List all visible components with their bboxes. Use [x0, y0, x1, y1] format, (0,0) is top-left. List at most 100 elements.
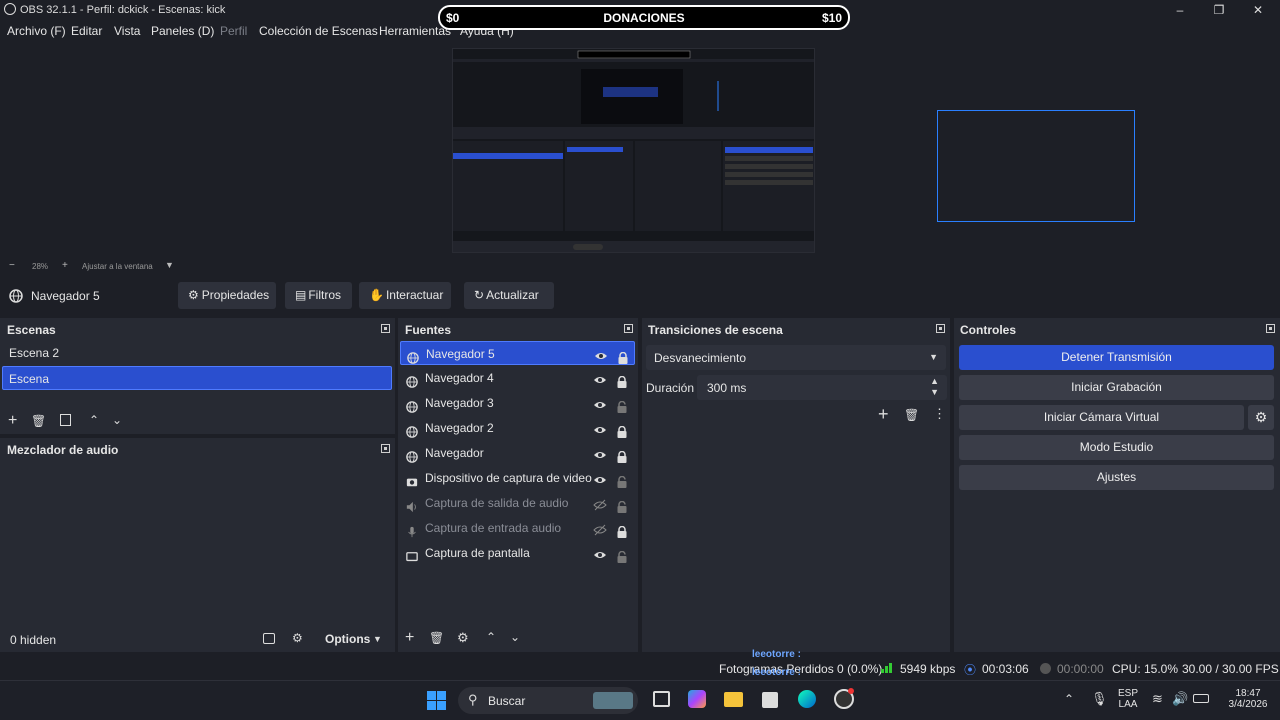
- clock[interactable]: 18:47 3/4/2026: [1220, 688, 1276, 710]
- menu-editar[interactable]: Editar: [71, 24, 102, 38]
- source-item-selected[interactable]: Navegador 5: [400, 341, 635, 365]
- chat-message: leeotorre :: [752, 649, 801, 660]
- source-item[interactable]: Captura de entrada audio: [400, 516, 635, 540]
- globe-icon: [406, 372, 418, 388]
- source-item[interactable]: Navegador 4: [400, 366, 635, 390]
- copilot-icon[interactable]: [688, 690, 706, 708]
- undock-icon[interactable]: [936, 324, 945, 333]
- trash-icon[interactable]: 🗑: [31, 414, 46, 428]
- interact-label: Interactuar: [385, 288, 444, 302]
- transition-type: Desvanecimiento: [654, 351, 747, 365]
- menu-paneles[interactable]: Paneles (D): [151, 24, 214, 38]
- chevron-up-icon[interactable]: ⌃: [89, 413, 99, 427]
- eye-off-icon[interactable]: [593, 521, 607, 536]
- chevron-down-icon[interactable]: ▼: [930, 387, 939, 397]
- filters-button[interactable]: ▤ Filtros: [285, 282, 352, 309]
- unlock-icon[interactable]: [617, 497, 627, 513]
- source-item[interactable]: Dispositivo de captura de video: [400, 466, 635, 490]
- undock-icon[interactable]: [381, 444, 390, 453]
- scene-item-selected[interactable]: Escena: [2, 366, 392, 390]
- search-icon: ⚲: [468, 692, 478, 707]
- menu-coleccion-escenas[interactable]: Colección de Escenas: [259, 24, 378, 38]
- chevron-down-icon[interactable]: ▼: [165, 260, 174, 270]
- chevron-down-icon[interactable]: ⌄: [510, 630, 520, 644]
- undock-icon[interactable]: [624, 324, 633, 333]
- transition-select[interactable]: Desvanecimiento ▼: [646, 345, 946, 370]
- layout-icon[interactable]: [263, 633, 275, 644]
- more-options-icon[interactable]: ⋮: [933, 406, 946, 422]
- fit-window-label[interactable]: Ajustar a la ventana: [82, 262, 153, 271]
- stop-streaming-button[interactable]: Detener Transmisión: [959, 345, 1274, 370]
- eye-icon[interactable]: [593, 396, 607, 410]
- eye-icon[interactable]: [593, 546, 607, 560]
- clock-time: 18:47: [1235, 688, 1261, 699]
- add-icon[interactable]: +: [405, 629, 414, 647]
- close-icon[interactable]: ✕: [1248, 2, 1268, 18]
- duration-input[interactable]: 300 ms ▲ ▼: [697, 375, 947, 400]
- zoom-out-button[interactable]: −: [9, 260, 15, 271]
- chevron-down-icon[interactable]: ⌄: [112, 413, 122, 427]
- trash-icon[interactable]: 🗑: [904, 408, 919, 422]
- tray-expand-icon[interactable]: ⌃: [1064, 692, 1074, 706]
- filter-icon[interactable]: [60, 414, 71, 426]
- zoom-in-button[interactable]: +: [62, 260, 68, 271]
- start-virtual-camera-button[interactable]: Iniciar Cámara Virtual: [959, 405, 1244, 430]
- start-recording-button[interactable]: Iniciar Grabación: [959, 375, 1274, 400]
- undock-icon[interactable]: [1266, 324, 1275, 333]
- eye-icon[interactable]: [593, 446, 607, 460]
- source-item[interactable]: Navegador: [400, 441, 635, 465]
- taskbar-search[interactable]: ⚲ Buscar: [458, 687, 638, 714]
- volume-icon[interactable]: 🔊: [1172, 691, 1188, 707]
- lock-icon[interactable]: [617, 522, 627, 538]
- eye-icon[interactable]: [593, 371, 607, 385]
- preview-canvas[interactable]: [452, 48, 815, 253]
- refresh-button[interactable]: ↻ Actualizar: [464, 282, 554, 309]
- unlock-icon[interactable]: [617, 547, 627, 563]
- task-view-icon[interactable]: [653, 691, 670, 707]
- source-item[interactable]: Navegador 3: [400, 391, 635, 415]
- unlock-icon[interactable]: [617, 397, 627, 413]
- lock-icon[interactable]: [617, 447, 627, 463]
- properties-button[interactable]: ⚙ Propiedades: [178, 282, 276, 309]
- file-explorer-icon[interactable]: [724, 692, 743, 707]
- microphone-icon[interactable]: 🎙: [1091, 691, 1108, 707]
- add-icon[interactable]: +: [878, 404, 889, 425]
- eye-icon[interactable]: [593, 471, 607, 485]
- menu-perfil[interactable]: Perfil: [220, 24, 247, 38]
- lock-icon[interactable]: [617, 422, 627, 438]
- options-button[interactable]: Options: [325, 632, 370, 646]
- undock-icon[interactable]: [381, 324, 390, 333]
- source-item[interactable]: Captura de pantalla: [400, 541, 635, 565]
- add-icon[interactable]: +: [8, 412, 17, 430]
- gear-icon[interactable]: ⚙: [457, 630, 469, 646]
- maximize-icon[interactable]: ❐: [1209, 2, 1229, 18]
- unlock-icon[interactable]: [617, 472, 627, 488]
- wifi-icon[interactable]: ≋: [1152, 691, 1163, 707]
- battery-icon[interactable]: [1193, 694, 1209, 703]
- virtual-camera-settings-icon[interactable]: ⚙: [1248, 405, 1274, 430]
- minimize-icon[interactable]: –: [1170, 2, 1190, 18]
- studio-mode-button[interactable]: Modo Estudio: [959, 435, 1274, 460]
- scene-item[interactable]: Escena 2: [2, 341, 392, 365]
- chevron-up-icon[interactable]: ▲: [930, 376, 939, 386]
- lock-icon[interactable]: [617, 372, 627, 388]
- source-item[interactable]: Navegador 2: [400, 416, 635, 440]
- edge-icon[interactable]: [798, 690, 816, 708]
- eye-off-icon[interactable]: [593, 496, 607, 511]
- eye-icon[interactable]: [593, 421, 607, 435]
- advanced-settings-icon[interactable]: ⚙: [292, 631, 303, 645]
- source-item[interactable]: Captura de salida de audio: [400, 491, 635, 515]
- store-icon[interactable]: [762, 692, 778, 708]
- menu-archivo[interactable]: Archivo (F): [7, 24, 66, 38]
- interact-button[interactable]: ✋ Interactuar: [359, 282, 451, 309]
- language-indicator[interactable]: ESP LAA: [1114, 688, 1142, 710]
- windows-start-icon[interactable]: [427, 691, 446, 710]
- chevron-up-icon[interactable]: ⌃: [486, 630, 496, 644]
- trash-icon[interactable]: 🗑: [429, 631, 444, 645]
- chevron-down-icon[interactable]: ▼: [373, 634, 382, 644]
- eye-icon[interactable]: [594, 347, 608, 361]
- settings-button[interactable]: Ajustes: [959, 465, 1274, 490]
- lock-icon[interactable]: [618, 348, 628, 364]
- menu-vista[interactable]: Vista: [114, 24, 140, 38]
- source-selection-box[interactable]: [937, 110, 1135, 222]
